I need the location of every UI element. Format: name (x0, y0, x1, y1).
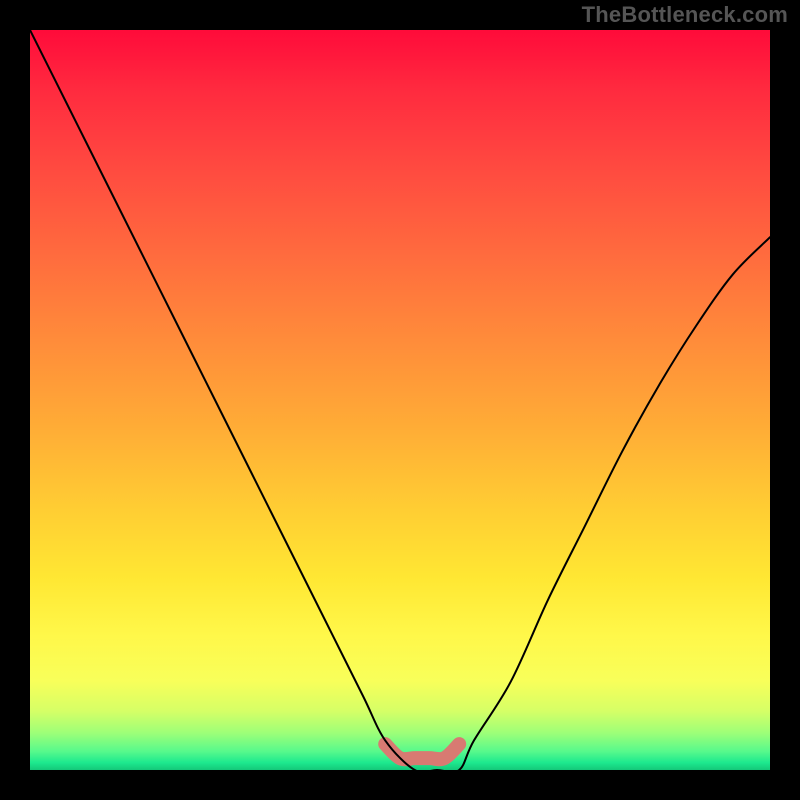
plot-area (30, 30, 770, 770)
bottleneck-curve-path (30, 30, 770, 770)
chart-outer-frame: TheBottleneck.com (0, 0, 800, 800)
sweet-spot-marker-path (385, 744, 459, 759)
chart-svg (30, 30, 770, 770)
watermark-label: TheBottleneck.com (582, 2, 788, 28)
